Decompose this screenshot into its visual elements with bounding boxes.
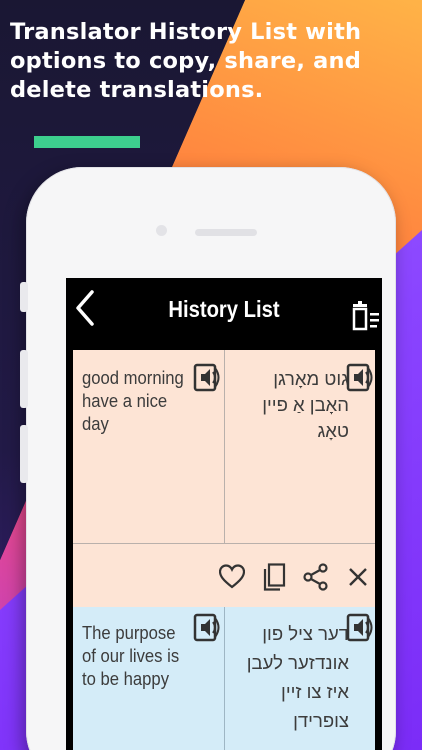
history-list: good morning have a nice day גוט מאָרגן … — [66, 350, 382, 750]
speaker-icon[interactable] — [346, 612, 374, 642]
target-text: דער ציל פון אונדזער לעבן איז צו זיין צופ… — [246, 623, 349, 731]
app-bar: History List — [66, 278, 382, 350]
history-card[interactable]: The purpose of our lives is to be happy … — [73, 607, 375, 750]
phone-volume-down — [20, 425, 28, 483]
copy-icon[interactable] — [261, 563, 287, 591]
share-icon[interactable] — [303, 563, 329, 591]
phone-side-button — [20, 282, 28, 312]
trash-list-icon[interactable] — [350, 300, 380, 332]
card-divider — [224, 350, 225, 543]
phone-speaker — [195, 229, 257, 236]
page-title: History List — [168, 296, 280, 322]
phone-camera — [156, 225, 167, 236]
speaker-icon[interactable] — [193, 362, 221, 392]
accent-bar — [34, 136, 140, 148]
history-card[interactable]: good morning have a nice day גוט מאָרגן … — [73, 350, 375, 607]
phone-screen: History List good morning have a nice da… — [66, 278, 382, 750]
source-text: The purpose of our lives is to be happy — [82, 622, 180, 689]
close-icon[interactable] — [345, 563, 371, 591]
speaker-icon[interactable] — [193, 612, 221, 642]
speaker-icon[interactable] — [346, 362, 374, 392]
heart-icon[interactable] — [219, 563, 245, 591]
target-text: גוט מאָרגן האָבן אַ פיין טאָג — [262, 368, 349, 441]
phone-volume-up — [20, 350, 28, 408]
card-divider — [224, 607, 225, 750]
card-actions — [73, 543, 375, 607]
source-text: good morning have a nice day — [82, 367, 184, 434]
promo-headline: Translator History List with options to … — [10, 19, 362, 103]
